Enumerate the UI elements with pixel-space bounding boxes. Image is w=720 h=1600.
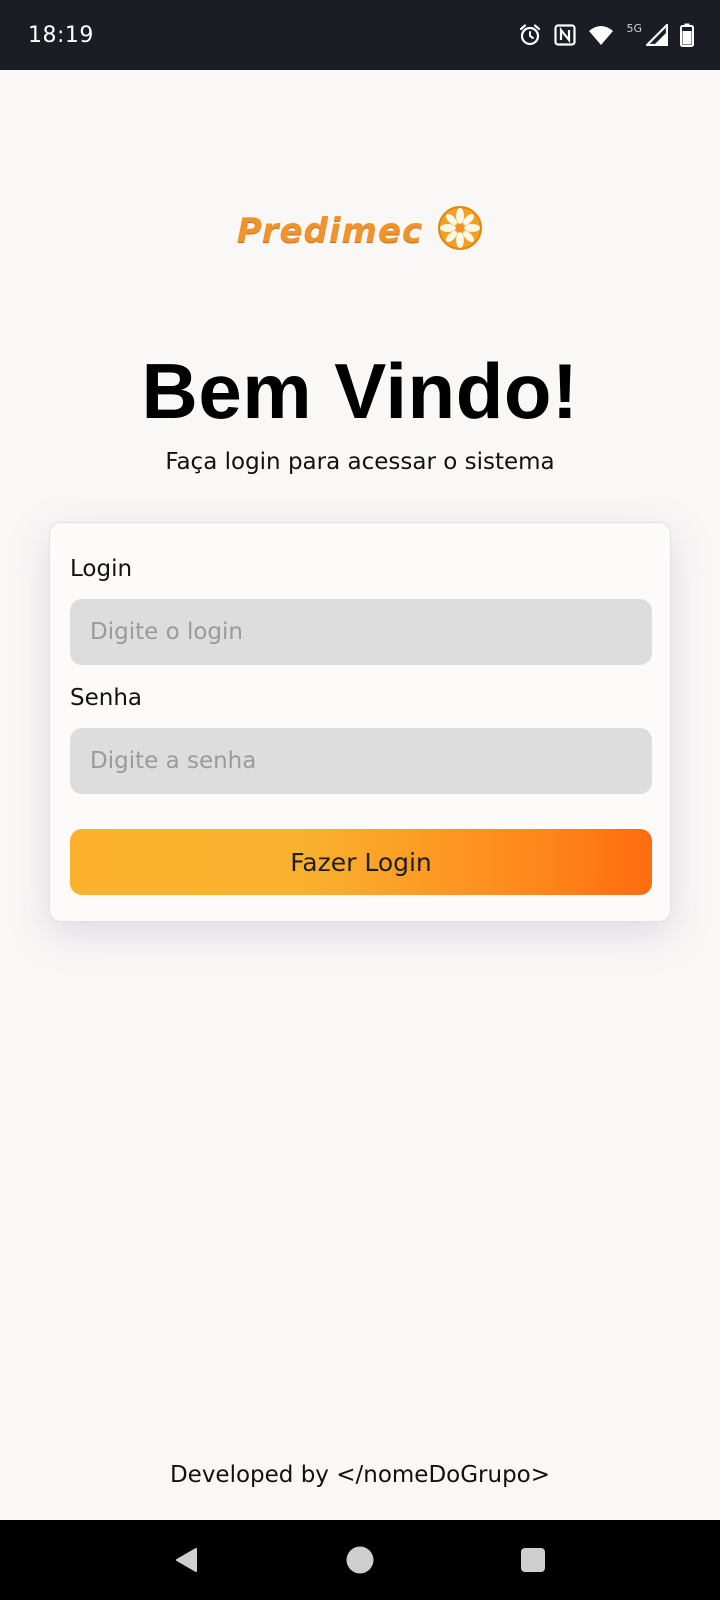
status-icons: 5G <box>518 21 694 47</box>
recents-icon[interactable] <box>503 1530 563 1590</box>
welcome-subtitle: Faça login para acessar o sistema <box>165 449 555 475</box>
status-time: 18:19 <box>28 22 94 48</box>
status-bar: 18:19 5G <box>0 0 720 70</box>
login-button[interactable]: Fazer Login <box>70 829 652 895</box>
home-icon[interactable] <box>330 1530 390 1590</box>
system-nav-bar <box>0 1520 720 1600</box>
login-form-card: Login Senha Fazer Login <box>49 522 671 922</box>
alarm-icon <box>518 23 542 47</box>
brand-logo-text: Predimec <box>236 210 424 251</box>
nfc-icon <box>554 24 577 46</box>
battery-icon <box>680 23 694 47</box>
network-type-label: 5G <box>626 21 642 35</box>
login-screen: 18:19 5G Predimec Bem Vindo! Faça login … <box>0 0 720 1600</box>
password-input[interactable] <box>70 728 652 794</box>
login-field-label: Login <box>70 556 133 582</box>
back-icon[interactable] <box>157 1530 217 1590</box>
brand-logo: Predimec <box>0 205 720 256</box>
cellular-signal-icon <box>646 24 668 46</box>
wifi-icon <box>588 24 614 46</box>
password-field-label: Senha <box>70 685 142 711</box>
welcome-title: Bem Vindo! <box>141 347 579 435</box>
login-input[interactable] <box>70 599 652 665</box>
gear-flower-icon <box>437 205 483 256</box>
developer-credit: Developed by </nomeDoGrupo> <box>169 1462 551 1488</box>
